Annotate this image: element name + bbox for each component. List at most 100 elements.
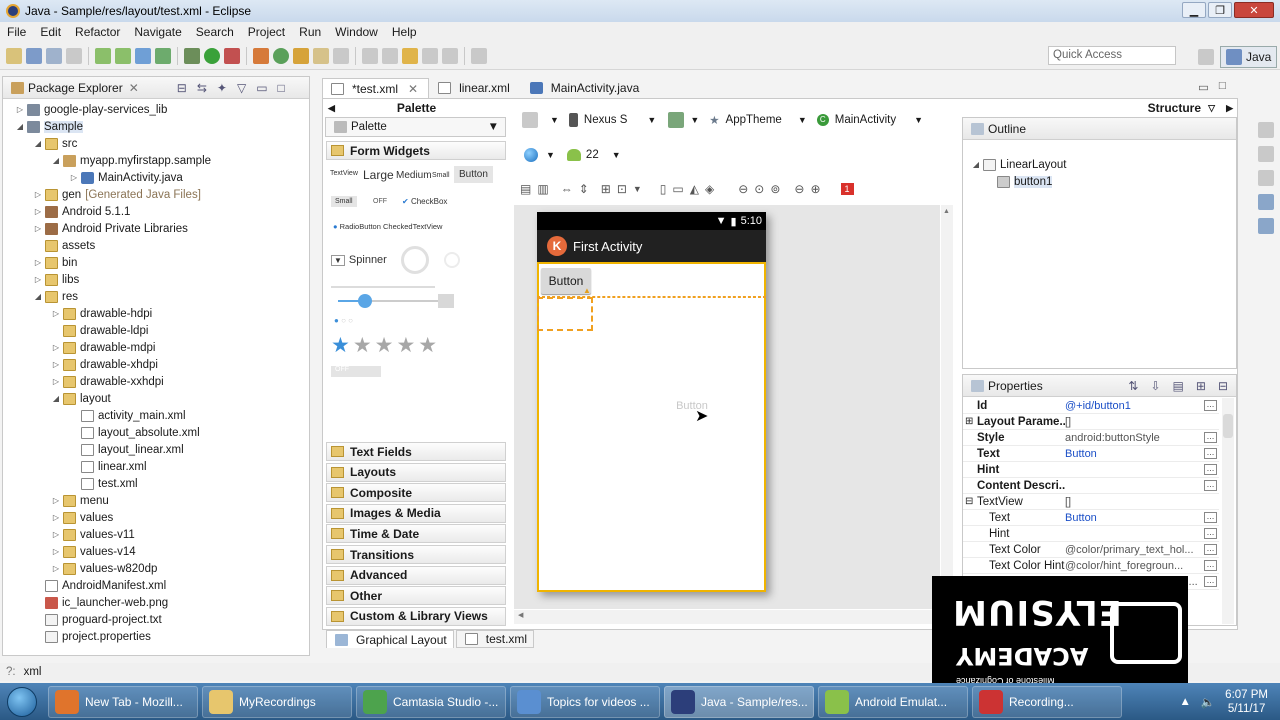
edit-value-icon[interactable]: … [1204,400,1217,411]
device-selector[interactable]: Nexus S ▼ [568,113,656,127]
tree-item[interactable]: project.properties [3,628,309,645]
expand-arrow-icon[interactable]: ▷ [33,275,43,284]
menu-edit[interactable]: Edit [33,25,68,39]
tray-arrow-icon[interactable]: ▲ [1179,696,1190,708]
javadoc-icon[interactable] [1258,170,1274,186]
tree-item[interactable]: test.xml [3,475,309,492]
forward-icon[interactable] [442,47,458,64]
tree-item[interactable]: activity_main.xml [3,407,309,424]
collapse-palette-icon[interactable]: ◀ [328,103,335,114]
edit-value-icon[interactable]: … [1204,432,1217,443]
print-icon[interactable] [66,47,82,64]
expand-arrow-icon[interactable]: ▷ [51,564,61,573]
focus-icon[interactable]: ✦ [217,81,227,95]
canvas-horizontal-scrollbar[interactable]: ◀ [514,610,940,624]
tree-item[interactable]: ▷ google-play-services_lib [3,101,309,118]
tree-item[interactable]: ▷ drawable-mdpi [3,339,309,356]
taskbar-task[interactable]: Camtasia Studio -... [356,685,506,718]
console-icon[interactable] [1258,194,1274,210]
error-badge[interactable]: 1 [840,183,854,195]
widget-checkbox[interactable]: ✔ CheckBox [402,197,447,206]
property-value[interactable]: @color/primary_text_hol... [1065,544,1204,556]
zoom-in-icon[interactable]: ⊕ [810,182,820,196]
search-icon[interactable] [333,47,349,64]
taskbar-task[interactable]: Recording... [972,685,1122,718]
maximize-view-icon[interactable]: □ [278,81,285,95]
collapse-arrow-icon[interactable]: ◢ [15,122,25,131]
tree-item[interactable]: ▷ values-v14 [3,543,309,560]
view-menu-icon[interactable]: ▽ [237,81,246,95]
edit-value-icon[interactable]: … [1204,528,1217,539]
collapse-arrow-icon[interactable]: ◢ [51,394,61,403]
zoom-reset-icon[interactable]: ⊚ [770,182,780,196]
properties-scrollbar[interactable] [1222,398,1234,624]
property-row[interactable]: Id @+id/button1… [963,398,1219,414]
new-icon[interactable] [6,47,22,64]
tab-xml-source[interactable]: test.xml [455,630,535,648]
sort-alpha-icon[interactable]: ⇅ [1128,379,1138,393]
pin-editor-icon[interactable] [471,47,487,64]
tab-graphical-layout[interactable]: Graphical Layout [326,630,454,648]
expand-arrow-icon[interactable]: ▷ [51,530,61,539]
next-annotation-icon[interactable] [362,47,378,64]
taskbar-task[interactable]: Android Emulat... [818,685,968,718]
widget-progress-small[interactable] [444,252,460,268]
close-icon[interactable]: ✕ [1234,2,1274,18]
property-row[interactable]: ⊞ Layout Parame...[] [963,414,1219,430]
property-row[interactable]: Text Button… [963,446,1219,462]
edit-value-icon[interactable]: … [1204,512,1217,523]
property-row[interactable]: ⊟ TextView [] [963,494,1219,510]
maximize-editor-icon[interactable]: □ [1219,80,1226,94]
menu-window[interactable]: Window [328,25,385,39]
api-level-selector[interactable]: 22 ▼ [566,149,621,161]
assign-weight-icon[interactable]: ◭ [690,182,699,196]
minimize-editor-icon[interactable]: ▭ [1198,80,1209,94]
tree-item[interactable]: ◢ layout [3,390,309,407]
tree-item[interactable]: drawable-ldpi [3,322,309,339]
tree-item[interactable]: ▷ values-v11 [3,526,309,543]
expand-arrow-icon[interactable]: ▷ [15,105,25,114]
edit-value-icon[interactable]: … [1204,464,1217,475]
widget-button[interactable]: Button [454,166,493,183]
expand-icon[interactable]: ⊞ [965,416,973,427]
start-button[interactable] [0,684,44,720]
expand-arrow-icon[interactable]: ▷ [51,309,61,318]
widget-medium-text[interactable]: Medium [396,170,432,181]
tree-item[interactable]: linear.xml [3,458,309,475]
tab-linear-xml[interactable]: linear.xml [429,78,521,98]
tree-item[interactable]: ▷ menu [3,492,309,509]
property-value[interactable]: @+id/button1 [1065,400,1204,412]
debug-icon[interactable] [184,47,200,64]
palette-category[interactable]: Transitions [326,545,506,564]
chevron-down-icon[interactable]: ▼ [488,121,499,133]
palette-category[interactable]: Other [326,586,506,606]
quick-access-input[interactable]: Quick Access [1048,46,1176,65]
task-list-icon[interactable] [1258,122,1274,138]
palette-category[interactable]: Images & Media [326,503,506,523]
tree-item[interactable]: ▷ drawable-xhdpi [3,356,309,373]
expand-arrow-icon[interactable]: ▷ [33,190,43,199]
fill-height-icon[interactable]: ⇕ [579,182,589,196]
widget-seekbar[interactable] [338,294,438,308]
tree-item[interactable]: ▷ drawable-xxhdpi [3,373,309,390]
view-menu-icon[interactable]: ▽ [1208,103,1215,114]
tree-item[interactable]: ▷ libs [3,271,309,288]
tree-item[interactable]: ▷ drawable-hdpi [3,305,309,322]
new-java-package-icon[interactable] [253,47,269,64]
expand-arrow-icon[interactable]: ▷ [51,496,61,505]
tree-item[interactable]: ic_launcher-web.png [3,594,309,611]
collapse-arrow-icon[interactable]: ◢ [33,292,43,301]
menu-refactor[interactable]: Refactor [68,25,127,39]
outline-node-button1[interactable]: button1 [971,173,1067,190]
new-class-icon[interactable] [273,47,289,64]
clear-weights-icon[interactable]: ▭ [672,182,683,196]
chevron-down-icon[interactable]: ▼ [546,150,555,160]
palette-category[interactable]: Text Fields [326,442,506,461]
edit-value-icon[interactable]: … [1204,448,1217,459]
expand-all-icon[interactable]: ⊞ [1196,379,1206,393]
property-row[interactable]: Hint… [963,462,1219,478]
tab-mainactivity-java[interactable]: MainActivity.java [521,78,650,98]
logcat-icon[interactable] [1258,218,1274,234]
widget-progress-horizontal[interactable] [331,286,435,288]
tab-test-xml[interactable]: *test.xml ✕ [322,78,430,98]
